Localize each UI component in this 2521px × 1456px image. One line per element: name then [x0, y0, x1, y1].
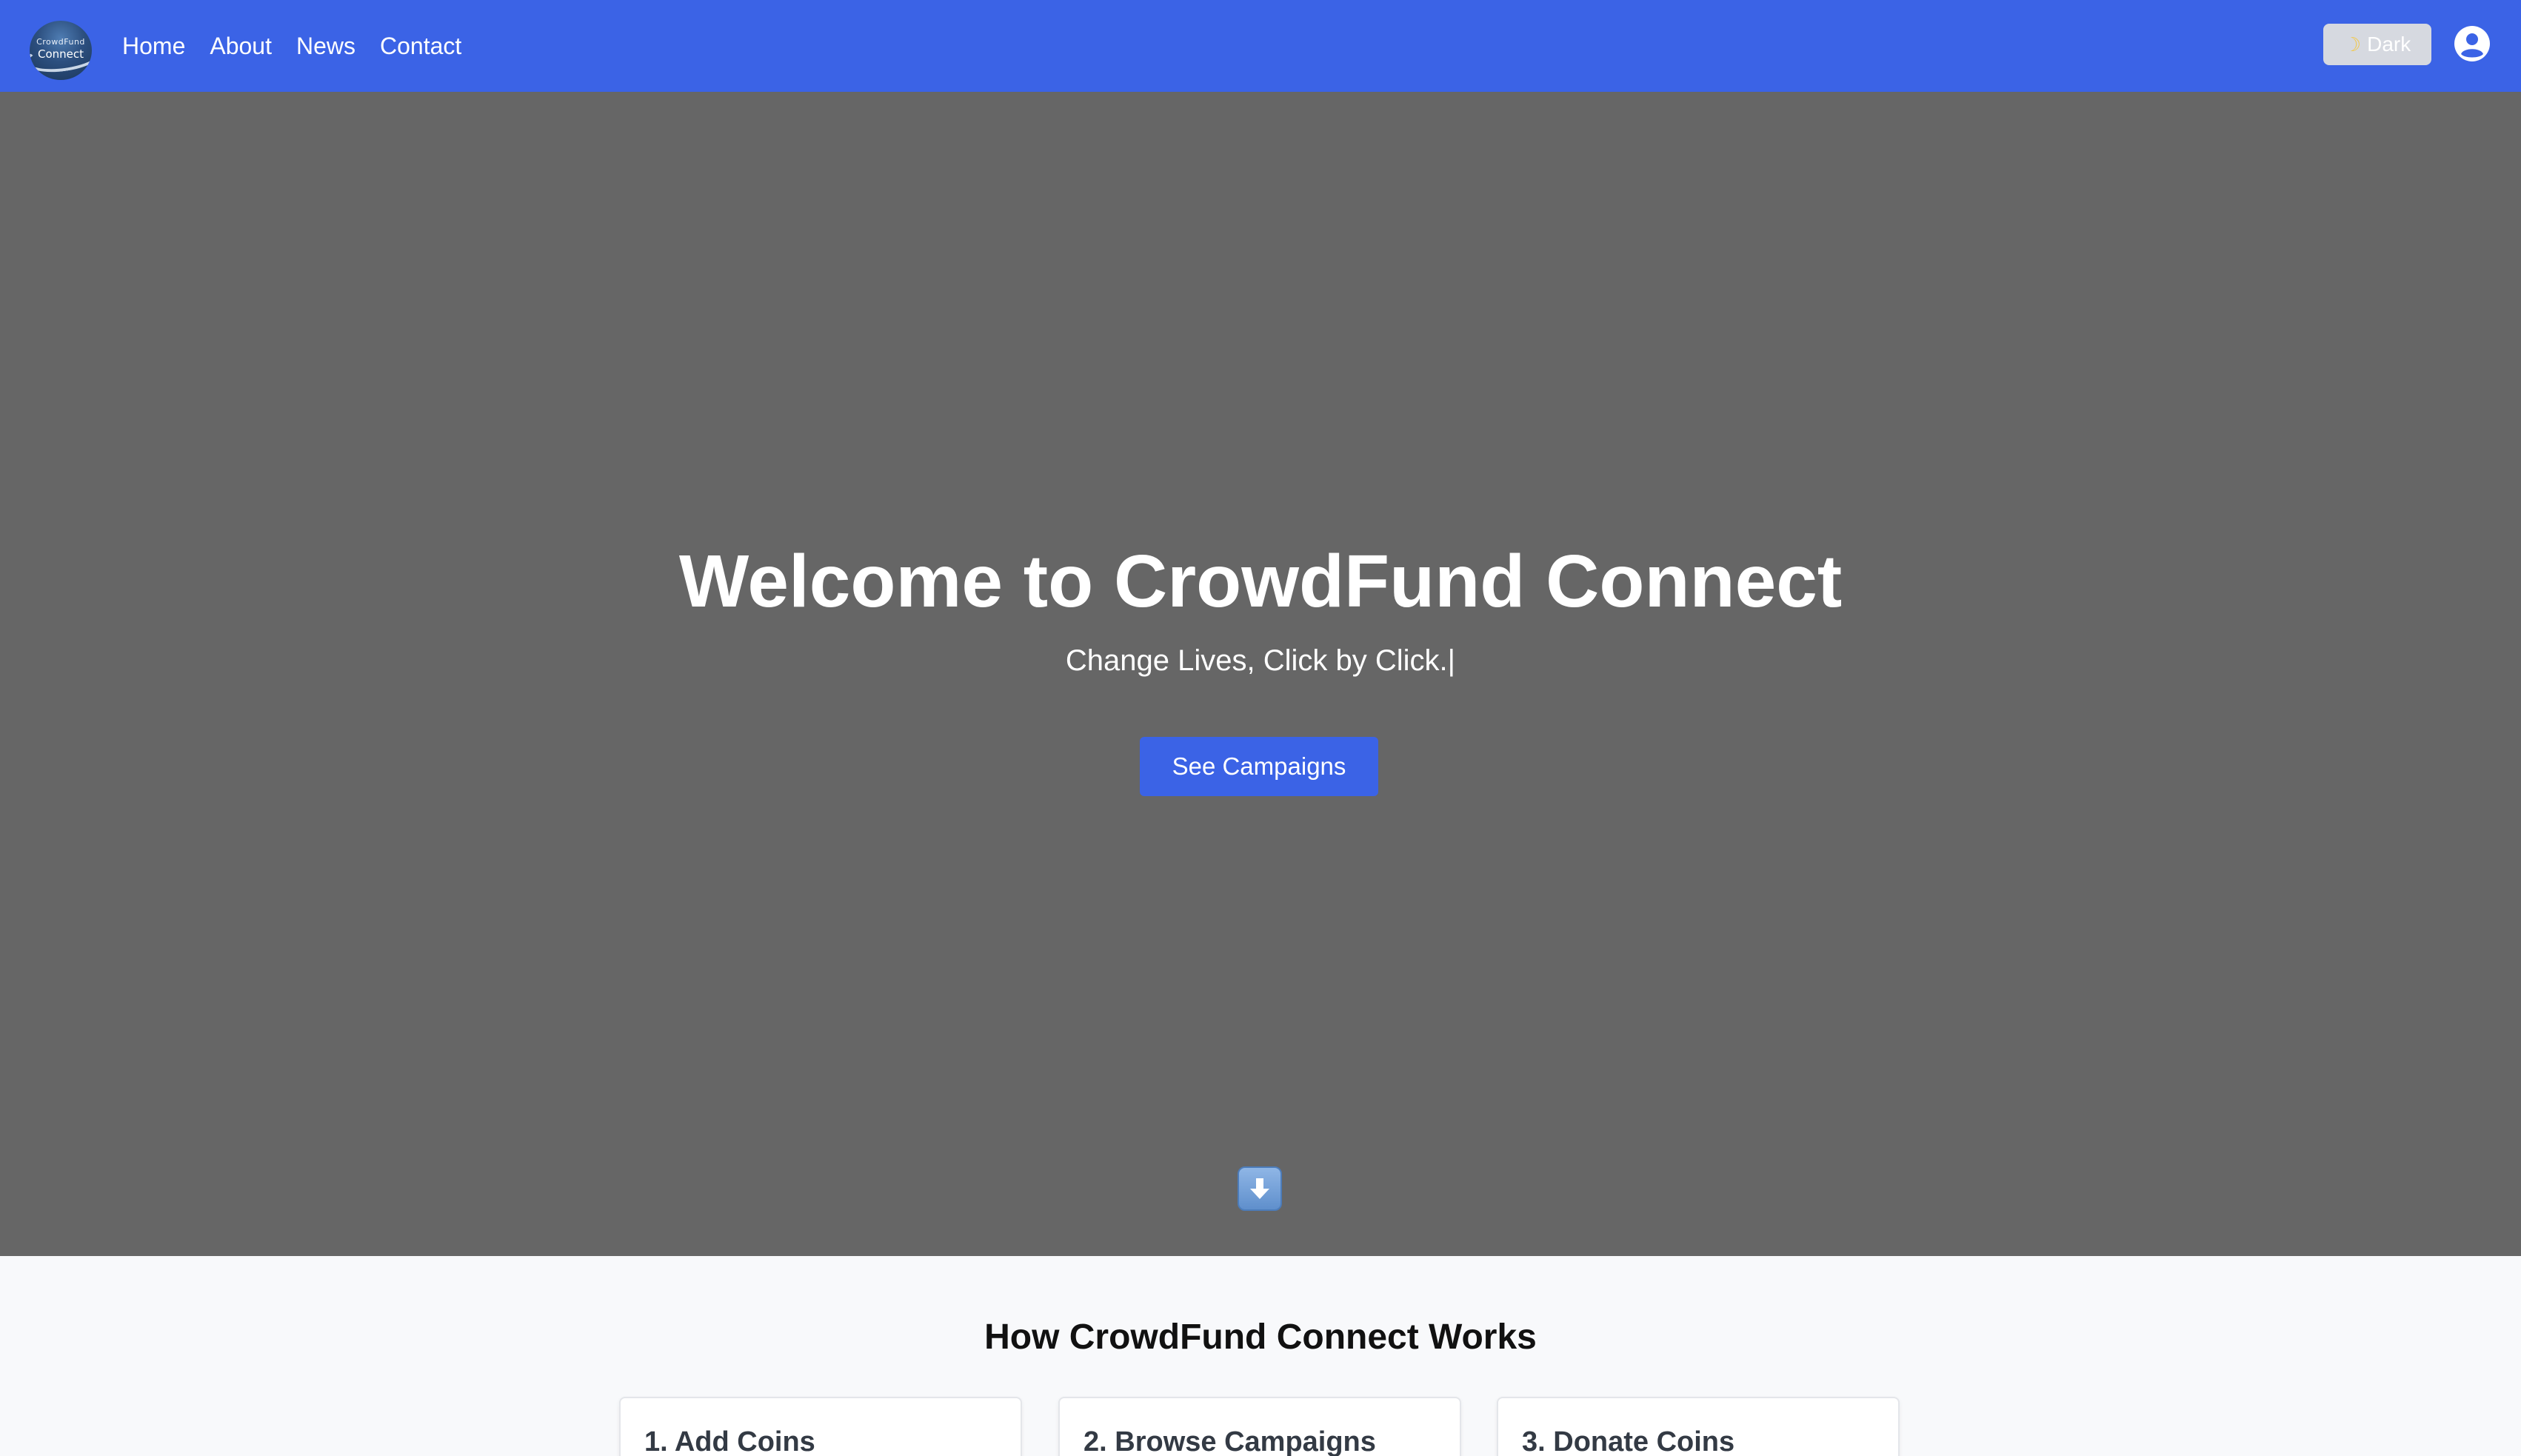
dark-mode-toggle-button[interactable]: ☽ Dark — [2323, 24, 2431, 65]
logo-text-line2: Connect — [37, 47, 84, 61]
how-it-works-section: How CrowdFund Connect Works 1. Add Coins… — [0, 1256, 2521, 1456]
nav-link-about[interactable]: About — [210, 33, 272, 60]
step-card-browse-campaigns: 2. Browse Campaigns — [1058, 1397, 1461, 1456]
main-nav: Home About News Contact — [122, 0, 461, 92]
navbar: CrowdFund Connect Home About News Contac… — [0, 0, 2521, 92]
nav-link-home[interactable]: Home — [122, 33, 185, 60]
down-arrow-icon[interactable] — [1238, 1166, 1282, 1211]
nav-link-news[interactable]: News — [296, 33, 355, 60]
see-campaigns-button[interactable]: See Campaigns — [1140, 737, 1378, 796]
hero-section: Welcome to CrowdFund Connect Change Live… — [0, 92, 2521, 1256]
step-title: 1. Add Coins — [644, 1426, 815, 1456]
logo-text-line1: CrowdFund — [36, 37, 85, 47]
hero-title: Welcome to CrowdFund Connect — [678, 540, 1843, 623]
step-card-donate-coins: 3. Donate Coins — [1497, 1397, 1900, 1456]
dark-mode-toggle-label: Dark — [2367, 33, 2411, 56]
user-circle-icon[interactable] — [2454, 25, 2491, 62]
site-logo[interactable]: CrowdFund Connect — [30, 21, 92, 80]
step-title: 2. Browse Campaigns — [1083, 1426, 1376, 1456]
step-card-add-coins: 1. Add Coins — [619, 1397, 1022, 1456]
step-title: 3. Donate Coins — [1522, 1426, 1735, 1456]
hero-subtitle: Change Lives, Click by Click.| — [1065, 644, 1456, 677]
how-it-works-title: How CrowdFund Connect Works — [984, 1318, 1537, 1357]
nav-link-contact[interactable]: Contact — [380, 33, 461, 60]
moon-icon: ☽ — [2343, 33, 2362, 56]
